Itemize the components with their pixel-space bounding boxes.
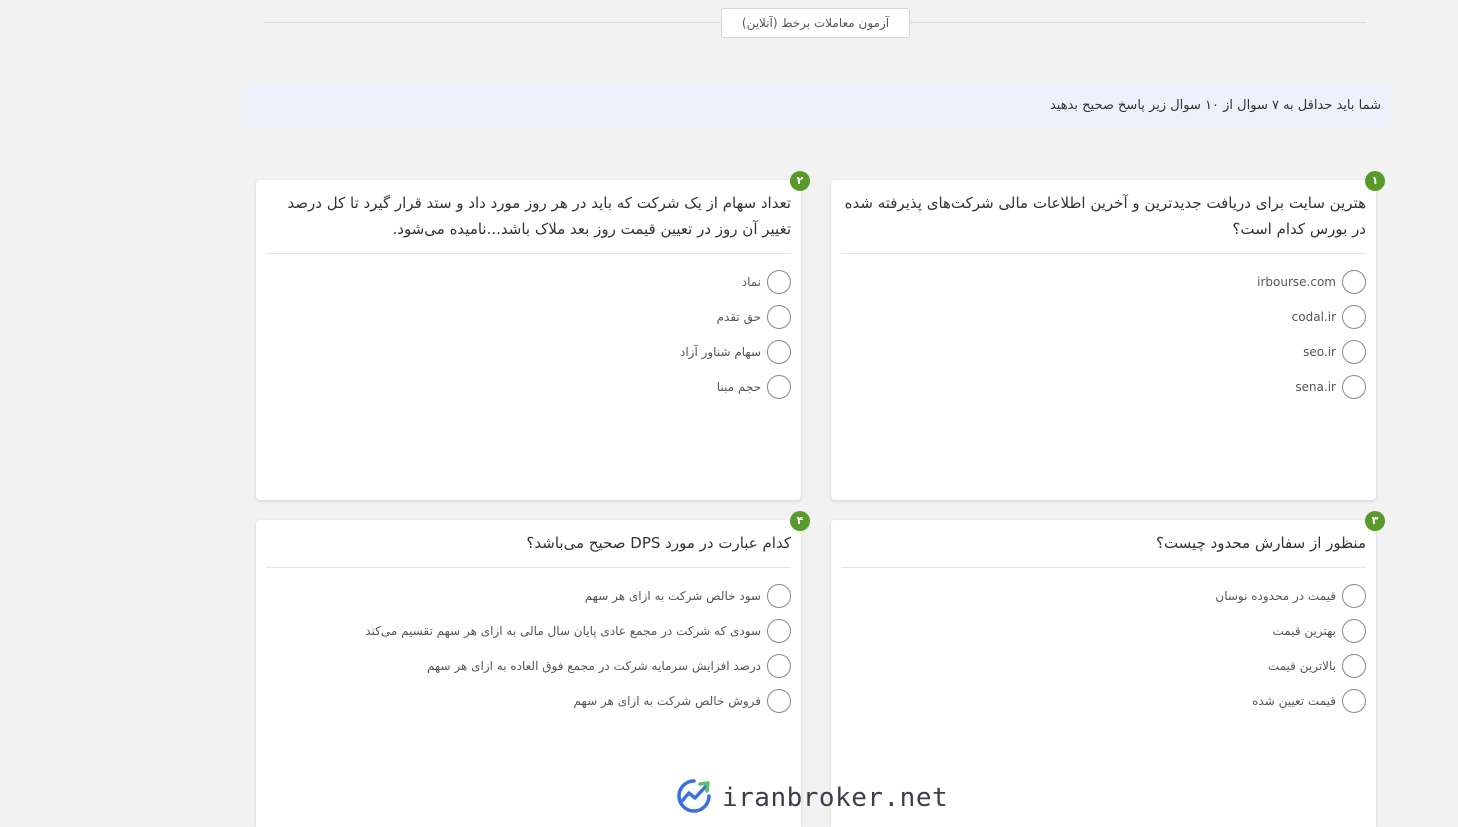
radio-button[interactable] <box>1342 269 1366 294</box>
option-label: بهترین قیمت <box>1272 623 1336 638</box>
option-label: فروش خالص شرکت به ازای هر سهم <box>573 693 761 708</box>
question-number-badge: ۱ <box>1365 171 1385 191</box>
question-card-1: ۱ هترین سایت برای دریافت جدیدترین و آخری… <box>831 171 1385 500</box>
option-1[interactable]: قیمت در محدوده نوسان <box>841 578 1366 613</box>
option-label: codal.ir <box>1291 309 1336 324</box>
radio-button[interactable] <box>1342 688 1366 713</box>
option-4[interactable]: حجم مبنا <box>266 369 791 404</box>
options-list: قیمت در محدوده نوسان بهترین قیمت بالاتری… <box>831 568 1376 718</box>
option-label: درصد افزایش سرمایه شرکت در مجمع فوق العا… <box>426 658 761 673</box>
option-label: حجم مبنا <box>716 379 761 394</box>
radio-button[interactable] <box>1342 653 1366 678</box>
option-3[interactable]: درصد افزایش سرمایه شرکت در مجمع فوق العا… <box>266 648 791 683</box>
radio-button[interactable] <box>767 339 791 364</box>
radio-button[interactable] <box>767 653 791 678</box>
option-label: irbourse.com <box>1257 274 1336 289</box>
question-text: هترین سایت برای دریافت جدیدترین و آخرین … <box>844 194 1366 238</box>
option-label: بالاترین قیمت <box>1267 658 1336 673</box>
option-label: قیمت تعیین شده <box>1252 693 1336 708</box>
option-label: قیمت در محدوده نوسان <box>1215 588 1336 603</box>
quiz-title: آزمون معاملات برخط (آنلاین) <box>721 8 910 38</box>
radio-button[interactable] <box>767 269 791 294</box>
options-list: نماد حق تقدم سهام شناور آزاد حجم مبنا <box>256 254 801 404</box>
radio-button[interactable] <box>1342 304 1366 329</box>
radio-button[interactable] <box>767 688 791 713</box>
option-label: حق تقدم <box>716 309 761 324</box>
options-list: irbourse.com codal.ir seo.ir sena.ir <box>831 254 1376 404</box>
radio-button[interactable] <box>767 304 791 329</box>
option-4[interactable]: فروش خالص شرکت به ازای هر سهم <box>266 683 791 718</box>
option-label: سهام شناور آزاد <box>679 344 761 359</box>
watermark-text: iranbroker.net <box>722 783 949 813</box>
option-2[interactable]: حق تقدم <box>266 299 791 334</box>
radio-button[interactable] <box>767 583 791 608</box>
option-label: سود خالص شرکت به ازای هر سهم <box>584 588 761 603</box>
option-1[interactable]: سود خالص شرکت به ازای هر سهم <box>266 578 791 613</box>
watermark: iranbroker.net <box>674 778 948 818</box>
options-list: سود خالص شرکت به ازای هر سهم سودی که شرک… <box>256 568 801 718</box>
question-text: منظور از سفارش محدود چیست؟ <box>1155 534 1366 552</box>
question-text: تعداد سهام از یک شرکت که باید در هر روز … <box>287 194 791 238</box>
option-2[interactable]: سودی که شرکت در مجمع عادی پایان سال مالی… <box>266 613 791 648</box>
question-number-badge: ۴ <box>790 511 810 531</box>
radio-button[interactable] <box>1342 618 1366 643</box>
requirement-notice: شما باید حداقل به ۷ سوال از ۱۰ سوال زیر … <box>246 84 1390 128</box>
option-1[interactable]: نماد <box>266 264 791 299</box>
option-1[interactable]: irbourse.com <box>841 264 1366 299</box>
option-2[interactable]: codal.ir <box>841 299 1366 334</box>
question-text: کدام عبارت در مورد DPS صحیح می‌باشد؟ <box>526 534 791 552</box>
option-3[interactable]: seo.ir <box>841 334 1366 369</box>
radio-button[interactable] <box>1342 583 1366 608</box>
option-label: sena.ir <box>1295 379 1336 394</box>
option-label: سودی که شرکت در مجمع عادی پایان سال مالی… <box>365 623 761 638</box>
option-3[interactable]: سهام شناور آزاد <box>266 334 791 369</box>
radio-button[interactable] <box>1342 339 1366 364</box>
option-label: seo.ir <box>1303 344 1336 359</box>
option-4[interactable]: قیمت تعیین شده <box>841 683 1366 718</box>
radio-button[interactable] <box>1342 374 1366 399</box>
radio-button[interactable] <box>767 618 791 643</box>
option-label: نماد <box>741 274 761 289</box>
question-number-badge: ۳ <box>1365 511 1385 531</box>
question-number-badge: ۲ <box>790 171 810 191</box>
question-card-2: ۲ تعداد سهام از یک شرکت که باید در هر رو… <box>256 171 810 500</box>
option-4[interactable]: sena.ir <box>841 369 1366 404</box>
radio-button[interactable] <box>767 374 791 399</box>
option-2[interactable]: بهترین قیمت <box>841 613 1366 648</box>
option-3[interactable]: بالاترین قیمت <box>841 648 1366 683</box>
growth-chart-logo-icon <box>674 777 714 819</box>
